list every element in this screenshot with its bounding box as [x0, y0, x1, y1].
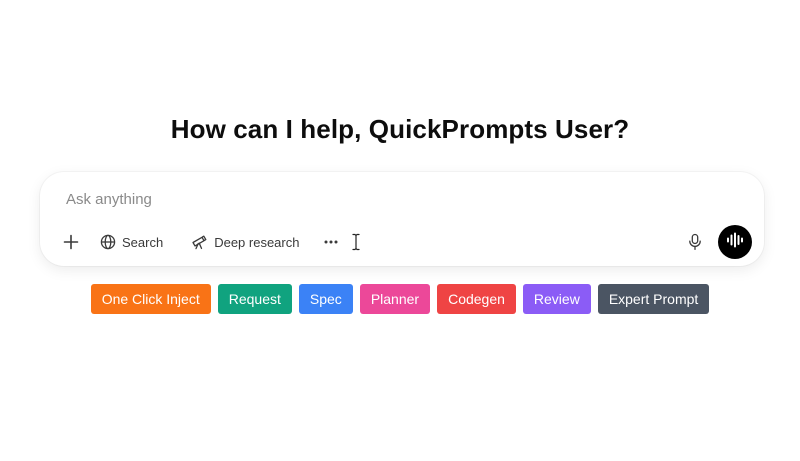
more-tools-button[interactable] — [315, 225, 347, 259]
microphone-icon — [688, 233, 702, 251]
quick-prompt-codegen[interactable]: Codegen — [437, 284, 516, 314]
greeting-heading: How can I help, QuickPrompts User? — [170, 114, 630, 144]
voice-mode-button[interactable] — [718, 225, 752, 259]
plus-icon — [62, 233, 80, 251]
quick-prompt-spec[interactable]: Spec — [298, 284, 353, 314]
voice-waveform-icon — [726, 232, 744, 253]
quick-prompt-planner[interactable]: Planner — [359, 284, 431, 314]
quick-prompt-expert-prompt[interactable]: Expert Prompt — [597, 284, 710, 314]
deep-research-button[interactable]: Deep research — [181, 225, 309, 259]
deep-research-button-label: Deep research — [214, 234, 300, 250]
quick-prompt-bar: One Click Inject Request Spec Planner Co… — [0, 284, 800, 314]
prompt-input[interactable] — [66, 188, 626, 210]
dictate-button[interactable] — [682, 225, 708, 259]
add-attachment-button[interactable] — [56, 225, 86, 259]
prompt-composer: Search Deep research — [40, 172, 764, 266]
quick-prompt-review[interactable]: Review — [522, 284, 591, 314]
text-cursor-icon — [351, 233, 361, 251]
more-horizontal-icon — [323, 234, 339, 250]
globe-icon — [100, 234, 116, 250]
composer-toolbar: Search Deep research — [56, 225, 752, 259]
search-button[interactable]: Search — [90, 225, 173, 259]
quick-prompt-one-click-inject[interactable]: One Click Inject — [90, 284, 211, 314]
telescope-icon — [191, 234, 208, 250]
quick-prompt-request[interactable]: Request — [217, 284, 292, 314]
search-button-label: Search — [122, 234, 164, 250]
page: How can I help, QuickPrompts User? Ask a… — [0, 0, 800, 461]
